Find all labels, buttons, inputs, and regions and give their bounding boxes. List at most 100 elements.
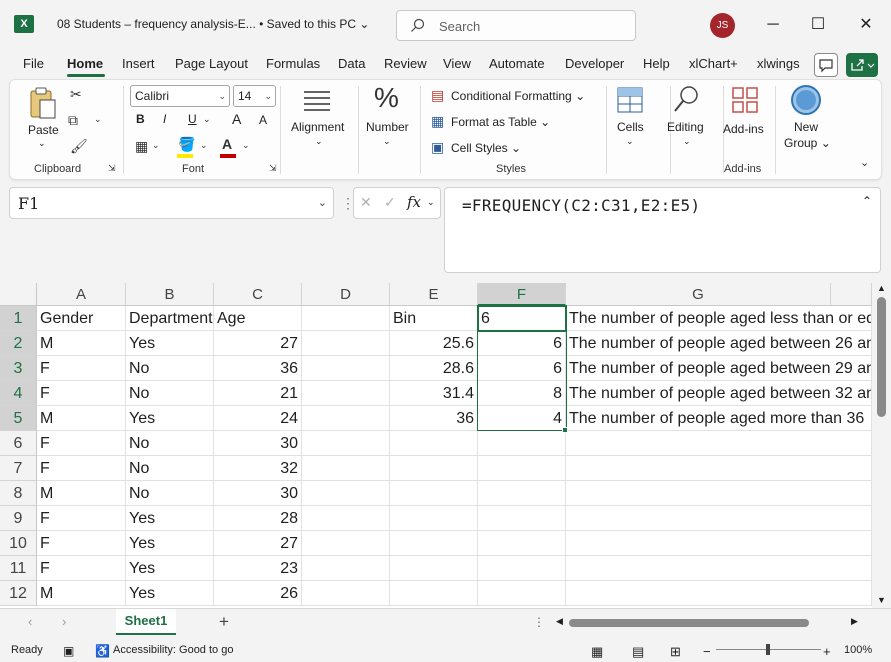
row-header[interactable]: 7 xyxy=(0,456,37,481)
cell-b4[interactable]: No xyxy=(126,381,214,406)
row-header[interactable]: 3 xyxy=(0,356,37,381)
borders-dropdown-icon[interactable]: ⌄ xyxy=(152,140,160,151)
cell-d1[interactable] xyxy=(302,306,390,331)
accessibility-status[interactable]: Accessibility: Good to go xyxy=(113,644,233,656)
cell-f8[interactable] xyxy=(478,481,566,506)
tab-view[interactable]: View xyxy=(443,56,471,71)
cell-e6[interactable] xyxy=(390,431,478,456)
cell-g6[interactable] xyxy=(566,431,866,456)
enter-icon[interactable]: ✓ xyxy=(384,194,396,211)
cell-e8[interactable] xyxy=(390,481,478,506)
cell-h11[interactable] xyxy=(831,556,872,581)
cell-c12[interactable]: 26 xyxy=(214,581,302,606)
cell-c11[interactable]: 23 xyxy=(214,556,302,581)
cell-g7[interactable] xyxy=(566,456,866,481)
row-header[interactable]: 12 xyxy=(0,581,37,606)
document-title[interactable]: 08 Students – frequency analysis-E... • … xyxy=(57,17,369,31)
cell-b11[interactable]: Yes xyxy=(126,556,214,581)
cell-a10[interactable]: F xyxy=(37,531,126,556)
cell-styles-button[interactable]: Cell Styles ⌄ xyxy=(451,141,521,155)
next-sheet-icon[interactable]: › xyxy=(62,614,66,629)
cell-a6[interactable]: F xyxy=(37,431,126,456)
cell-c3[interactable]: 36 xyxy=(214,356,302,381)
accessibility-icon[interactable]: ♿ xyxy=(95,644,110,658)
normal-view-icon[interactable]: ▦ xyxy=(591,644,603,660)
vertical-scroll-thumb[interactable] xyxy=(877,297,886,417)
cut-icon[interactable]: ✂ xyxy=(70,86,82,103)
paste-label[interactable]: Paste xyxy=(28,123,59,137)
font-launcher-icon[interactable]: ⇲ xyxy=(269,163,277,174)
cell-h10[interactable] xyxy=(831,531,872,556)
user-avatar[interactable]: JS xyxy=(710,13,735,38)
cell-a11[interactable]: F xyxy=(37,556,126,581)
cell-g12[interactable] xyxy=(566,581,866,606)
cell-h12[interactable] xyxy=(831,581,872,606)
scroll-up-icon[interactable]: ▲ xyxy=(877,283,886,293)
close-button[interactable]: ✕ xyxy=(853,12,879,38)
editing-dropdown-icon[interactable]: ⌄ xyxy=(683,136,691,147)
cell-d2[interactable] xyxy=(302,331,390,356)
cell-f3[interactable]: 6 xyxy=(478,356,566,381)
conditional-formatting-icon[interactable]: ▤ xyxy=(431,87,444,104)
font-size-select[interactable]: 14 ⌄ xyxy=(233,85,276,107)
vertical-scrollbar[interactable]: ▲ ▼ xyxy=(872,283,891,608)
column-header-g[interactable]: G xyxy=(566,283,831,306)
cell-d11[interactable] xyxy=(302,556,390,581)
format-as-table-icon[interactable]: ▦ xyxy=(431,113,444,130)
tab-data[interactable]: Data xyxy=(338,56,365,71)
cells-label[interactable]: Cells xyxy=(617,120,644,134)
add-ins-button-label[interactable]: Add-ins xyxy=(723,122,764,136)
cell-f4[interactable]: 8 xyxy=(478,381,566,406)
grow-font-button[interactable]: A xyxy=(232,111,241,127)
cell-f7[interactable] xyxy=(478,456,566,481)
cell-e11[interactable] xyxy=(390,556,478,581)
cell-e12[interactable] xyxy=(390,581,478,606)
cell-e5[interactable]: 36 xyxy=(390,406,478,431)
cell-b6[interactable]: No xyxy=(126,431,214,456)
column-header-f[interactable]: F xyxy=(478,283,566,306)
cell-d10[interactable] xyxy=(302,531,390,556)
cell-a3[interactable]: F xyxy=(37,356,126,381)
sheet-tab-sheet1[interactable]: Sheet1 xyxy=(116,609,176,635)
cell-d4[interactable] xyxy=(302,381,390,406)
cell-e10[interactable] xyxy=(390,531,478,556)
column-header-d[interactable]: D xyxy=(302,283,390,306)
cell-g2[interactable]: The number of people aged between 26 and… xyxy=(566,331,872,356)
cell-b10[interactable]: Yes xyxy=(126,531,214,556)
conditional-formatting-button[interactable]: Conditional Formatting ⌄ xyxy=(451,89,585,103)
new-group-label-line2[interactable]: Group ⌄ xyxy=(784,136,831,150)
row-header[interactable]: 10 xyxy=(0,531,37,556)
paste-dropdown-icon[interactable]: ⌄ xyxy=(38,138,46,149)
zoom-level[interactable]: 100% xyxy=(844,644,872,656)
cell-g10[interactable] xyxy=(566,531,866,556)
cell-f12[interactable] xyxy=(478,581,566,606)
fill-handle[interactable] xyxy=(562,427,568,433)
tab-help[interactable]: Help xyxy=(643,56,670,71)
share-button[interactable] xyxy=(846,53,878,77)
cell-g3[interactable]: The number of people aged between 29 and… xyxy=(566,356,872,381)
previous-sheet-icon[interactable]: ‹ xyxy=(28,614,32,629)
cell-e2[interactable]: 25.6 xyxy=(390,331,478,356)
font-color-icon[interactable]: A xyxy=(222,136,232,152)
cell-a12[interactable]: M xyxy=(37,581,126,606)
insert-function-dropdown-icon[interactable]: ⌄ xyxy=(427,197,435,208)
italic-button[interactable]: I xyxy=(163,112,166,126)
add-ins-icon[interactable] xyxy=(730,86,760,117)
cell-c7[interactable]: 32 xyxy=(214,456,302,481)
formula-input[interactable]: =FREQUENCY(C2:C31,E2:E5) ⌃ xyxy=(444,187,881,273)
cell-c1[interactable]: Age xyxy=(214,306,302,331)
cell-f10[interactable] xyxy=(478,531,566,556)
zoom-slider-thumb[interactable] xyxy=(766,644,770,655)
new-group-label-line1[interactable]: New xyxy=(794,120,818,134)
column-header-a[interactable]: A xyxy=(37,283,126,306)
cell-f1[interactable]: 6 xyxy=(478,306,566,331)
minimize-button[interactable]: ─ xyxy=(760,12,786,38)
alignment-label[interactable]: Alignment xyxy=(291,120,344,134)
add-sheet-button[interactable]: + xyxy=(219,612,229,632)
cell-c5[interactable]: 24 xyxy=(214,406,302,431)
cell-d7[interactable] xyxy=(302,456,390,481)
editing-label[interactable]: Editing xyxy=(667,120,704,134)
scroll-left-icon[interactable]: ◀ xyxy=(556,616,563,627)
row-header[interactable]: 2 xyxy=(0,331,37,356)
tab-review[interactable]: Review xyxy=(384,56,427,71)
